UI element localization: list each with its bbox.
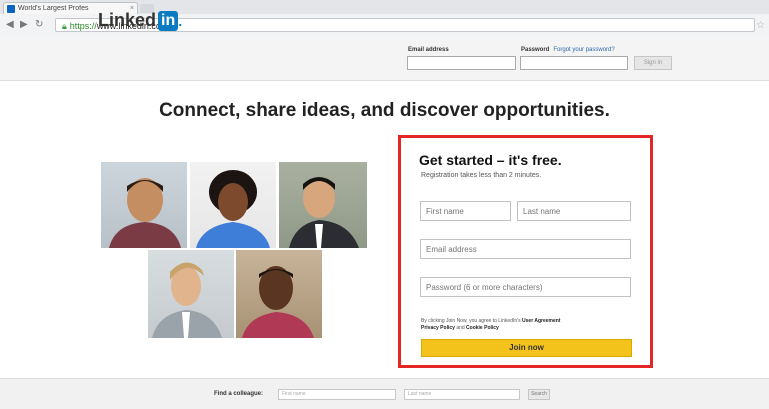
privacy-policy-link[interactable]: Privacy Policy [421,325,455,331]
page-headline: Connect, share ideas, and discover oppor… [159,100,610,121]
linkedin-logo[interactable]: Linked in. [98,10,182,31]
cookie-policy-link[interactable]: Cookie Policy [466,325,499,331]
bookmark-star-icon[interactable]: ☆ [756,20,765,31]
signup-subtitle: Registration takes less than 2 minutes. [421,172,542,179]
logo-text: Linked [98,10,157,30]
member-photo-1 [101,162,187,248]
reload-icon[interactable]: ↻ [35,19,43,30]
url-scheme: https:// [69,21,97,31]
user-agreement-link[interactable]: User Agreement [522,318,560,324]
find-colleague-label: Find a colleague: [214,391,264,397]
last-name-input[interactable] [517,201,631,221]
forward-icon[interactable]: ▶ [20,19,28,30]
terms-text: By clicking Join Now, you agree to Linke… [421,318,561,331]
sign-in-button[interactable]: Sign in [634,56,672,70]
linkedin-favicon-icon [7,4,15,13]
logo-dot: . [178,12,183,29]
search-button[interactable]: Search [528,389,550,400]
colleague-last-name-input[interactable]: Last name [404,389,520,400]
header-password-input[interactable] [520,56,628,70]
back-icon[interactable]: ◀ [6,19,14,30]
signup-password-input[interactable] [420,277,631,297]
logo-in-badge: in [158,10,179,31]
member-photo-3 [279,162,367,248]
find-colleague-bar: Find a colleague: First name Last name S… [0,378,769,409]
join-now-button[interactable]: Join now [421,339,632,357]
colleague-first-name-input[interactable]: First name [278,389,396,400]
signup-title: Get started – it's free. [419,152,562,168]
first-name-input[interactable] [420,201,511,221]
forgot-password-link[interactable]: Forgot your password? [553,47,614,53]
lock-icon: 🔒︎ [62,21,67,31]
member-photo-2 [190,162,276,248]
email-label: Email address [408,47,449,53]
signup-panel: Get started – it's free. Registration ta… [398,135,653,368]
member-photo-5 [236,250,322,338]
signup-email-input[interactable] [420,239,631,259]
header-email-input[interactable] [407,56,516,70]
password-label: Password Forgot your password? [521,47,615,53]
member-photo-4 [148,250,234,338]
